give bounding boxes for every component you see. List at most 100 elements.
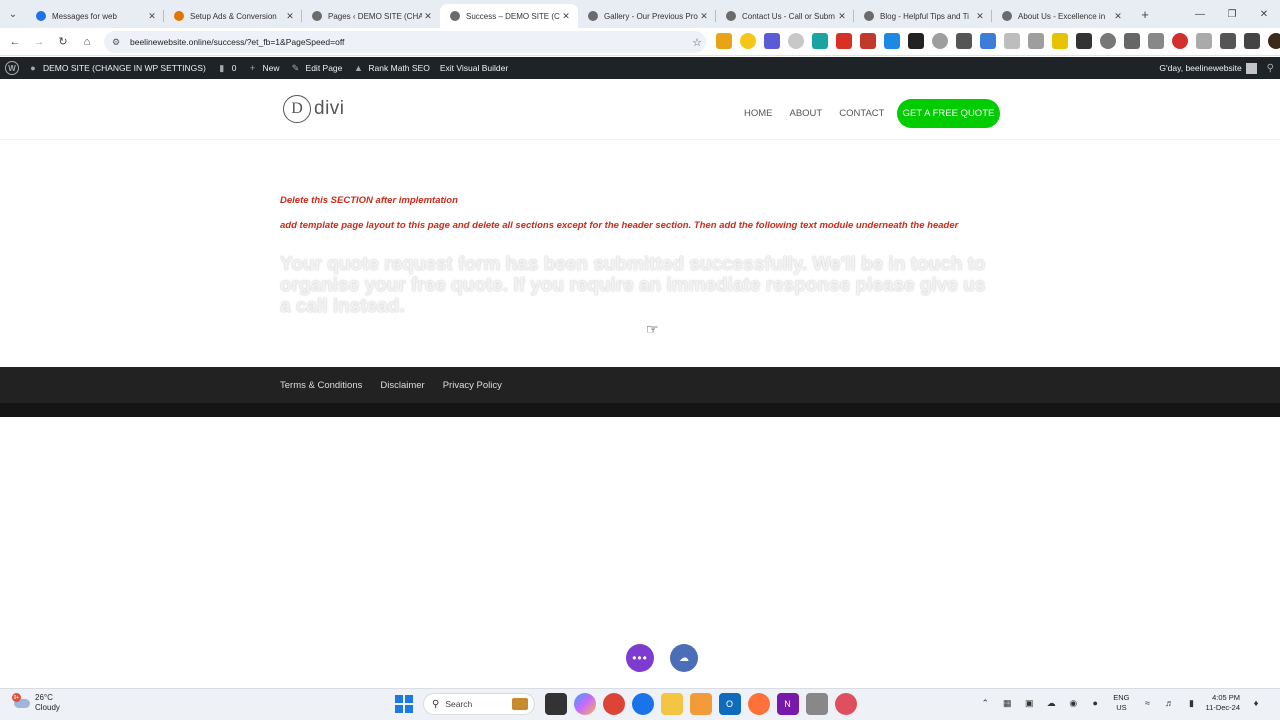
wordpress-logo-icon[interactable]: W — [5, 61, 19, 75]
microphone-icon[interactable]: ● — [1087, 698, 1103, 708]
chrome-profile-icon[interactable] — [631, 693, 654, 715]
task-view-icon[interactable] — [544, 693, 567, 715]
notification-bell-icon[interactable]: ♦ — [1248, 698, 1264, 708]
browser-tab[interactable]: Gallery - Our Previous Pro ✕ — [578, 4, 716, 28]
browser-tab[interactable]: Contact Us - Call or Subm ✕ — [716, 4, 854, 28]
browser-tab[interactable]: About Us - Excellence in ✕ — [992, 4, 1130, 28]
site-logo[interactable]: D divi — [283, 95, 345, 123]
close-tab-icon[interactable]: ✕ — [284, 11, 296, 22]
home-icon[interactable]: ⌂ — [75, 36, 99, 48]
close-tab-icon[interactable]: ✕ — [1112, 11, 1124, 22]
app-icon[interactable] — [689, 693, 712, 715]
extension-icon[interactable] — [1148, 33, 1164, 49]
browser-tab-active[interactable]: Success – DEMO SITE (CH ✕ — [440, 4, 578, 28]
tray-app-icon[interactable]: ▣ — [1021, 698, 1037, 709]
admin-exit-visual-builder[interactable]: Exit Visual Builder — [440, 63, 508, 73]
extension-icon[interactable] — [1004, 33, 1020, 49]
sidebar-icon[interactable] — [1244, 33, 1260, 49]
firefox-icon[interactable] — [747, 693, 770, 715]
tab-search-dropdown-icon[interactable]: ⌄ — [0, 0, 26, 28]
onenote-icon[interactable]: N — [776, 693, 799, 715]
search-icon: ⚲ — [432, 698, 440, 710]
new-tab-icon[interactable]: + — [1134, 7, 1156, 22]
nav-home[interactable]: HOME — [744, 108, 773, 119]
chrome-icon[interactable] — [602, 693, 625, 715]
minimize-icon[interactable]: — — [1184, 9, 1216, 20]
extension-icon[interactable] — [908, 33, 924, 49]
browser-tab[interactable]: Setup Ads & Conversion ✕ — [164, 4, 302, 28]
app-icon[interactable] — [805, 693, 828, 715]
admin-site-name[interactable]: ● DEMO SITE (CHANGE IN WP SETTINGS) — [27, 62, 206, 74]
file-explorer-icon[interactable] — [660, 693, 683, 715]
pen-icon[interactable] — [1196, 33, 1212, 49]
taskbar-search[interactable]: ⚲ Search — [423, 693, 535, 715]
nav-contact[interactable]: CONTACT — [839, 108, 884, 119]
admin-comments[interactable]: ▮ 0 — [216, 62, 236, 74]
wifi-icon[interactable]: ≈ — [1140, 698, 1156, 708]
admin-account[interactable]: G'day, beelinewebsite ⚲ — [1159, 62, 1274, 74]
search-icon[interactable]: ⚲ — [1267, 63, 1274, 74]
builder-save-button[interactable]: ☁ — [670, 644, 698, 672]
extension-icon[interactable] — [788, 33, 804, 49]
page-content: Delete this SECTION after implemtation a… — [0, 140, 1280, 367]
browser-tab[interactable]: Messages for web ✕ — [26, 4, 164, 28]
windows-start-icon[interactable] — [395, 695, 413, 713]
footer-link-disclaimer[interactable]: Disclaimer — [380, 380, 424, 391]
site-info-icon[interactable]: ⚙ — [112, 37, 124, 48]
close-tab-icon[interactable]: ✕ — [146, 11, 158, 22]
extension-icon[interactable] — [980, 33, 996, 49]
admin-rank-math[interactable]: ▲ Rank Math SEO — [352, 62, 430, 74]
language-indicator[interactable]: ENG US — [1113, 693, 1129, 713]
close-window-icon[interactable]: ✕ — [1248, 9, 1280, 20]
close-tab-icon[interactable]: ✕ — [422, 11, 434, 22]
link-icon[interactable] — [932, 33, 948, 49]
browser-tab[interactable]: Pages ‹ DEMO SITE (CHAN ✕ — [302, 4, 440, 28]
footer-link-terms[interactable]: Terms & Conditions — [280, 380, 362, 391]
extension-icon[interactable] — [812, 33, 828, 49]
volume-icon[interactable]: ♬ — [1162, 698, 1178, 708]
url-text[interactable]: beelinewebsite.online/success/?et_fb=1&P… — [130, 37, 688, 47]
forward-icon[interactable]: → — [27, 36, 51, 48]
bookmark-star-icon[interactable]: ☆ — [688, 36, 706, 49]
copilot-icon[interactable] — [573, 693, 596, 715]
extension-icon[interactable] — [764, 33, 780, 49]
extension-icon[interactable] — [1172, 33, 1188, 49]
extension-icon[interactable] — [884, 33, 900, 49]
extension-icon[interactable] — [716, 33, 732, 49]
back-icon[interactable]: ← — [3, 36, 27, 48]
close-tab-icon[interactable]: ✕ — [560, 11, 572, 22]
tray-app-icon[interactable]: ▦ — [999, 698, 1015, 709]
admin-new[interactable]: + New — [247, 62, 280, 74]
image-icon[interactable] — [956, 33, 972, 49]
extension-icon[interactable] — [1052, 33, 1068, 49]
chevron-up-icon[interactable]: ⌃ — [977, 698, 993, 709]
extension-icon[interactable] — [1124, 33, 1140, 49]
profile-avatar[interactable] — [1268, 33, 1280, 49]
restore-icon[interactable]: ❐ — [1216, 9, 1248, 20]
puzzle-extensions-icon[interactable] — [1220, 33, 1236, 49]
get-free-quote-button[interactable]: GET A FREE QUOTE — [897, 99, 1000, 128]
close-tab-icon[interactable]: ✕ — [698, 11, 710, 22]
reload-icon[interactable]: ↻ — [51, 35, 75, 48]
camera-icon[interactable] — [1028, 33, 1044, 49]
address-bar[interactable]: ⚙ beelinewebsite.online/success/?et_fb=1… — [104, 31, 706, 53]
extension-icon[interactable] — [860, 33, 876, 49]
extension-icon[interactable] — [1076, 33, 1092, 49]
outlook-icon[interactable]: O — [718, 693, 741, 715]
browser-tab[interactable]: Blog - Helpful Tips and Ti ✕ — [854, 4, 992, 28]
location-icon[interactable] — [1100, 33, 1116, 49]
extension-icon[interactable] — [836, 33, 852, 49]
close-tab-icon[interactable]: ✕ — [836, 11, 848, 22]
admin-edit-page[interactable]: ✎ Edit Page — [290, 62, 343, 74]
nav-about[interactable]: ABOUT — [790, 108, 823, 119]
footer-link-privacy[interactable]: Privacy Policy — [443, 380, 502, 391]
app-icon[interactable] — [834, 693, 857, 715]
builder-settings-button[interactable]: ••• — [626, 644, 654, 672]
close-tab-icon[interactable]: ✕ — [974, 11, 986, 22]
onedrive-icon[interactable]: ☁ — [1043, 698, 1059, 709]
weather-widget[interactable]: 9+ 26°C Cloudy — [12, 693, 60, 713]
clock[interactable]: 4:05 PM 11-Dec-24 — [1206, 693, 1240, 713]
extension-icon[interactable] — [740, 33, 756, 49]
tray-app-icon[interactable]: ◉ — [1065, 698, 1081, 709]
battery-icon[interactable]: ▮ — [1184, 698, 1200, 709]
